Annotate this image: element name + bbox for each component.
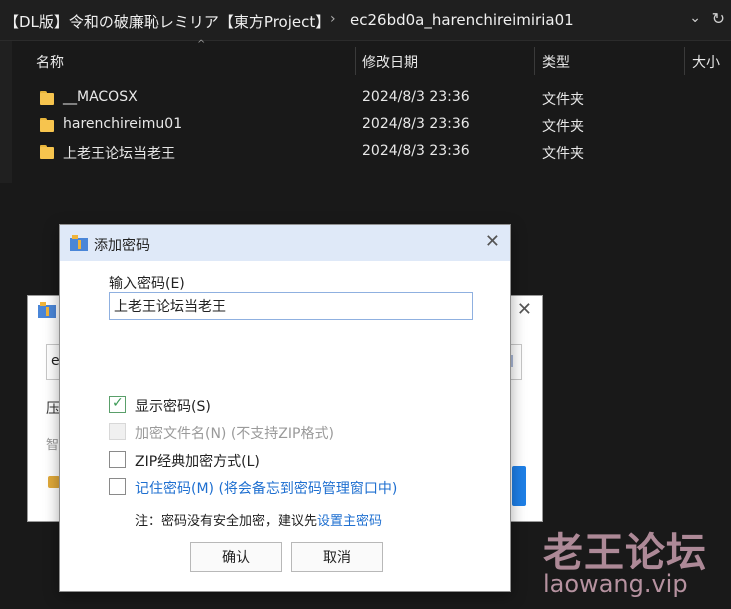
file-date: 2024/8/3 23:36 [362, 116, 470, 132]
folder-icon [40, 118, 54, 132]
add-password-dialog: 添加密码 ✕ 输入密码(E) ✓ 显示密码(S) 加密文件名(N) (不支持ZI… [59, 224, 511, 592]
refresh-icon[interactable]: ↻ [712, 9, 725, 28]
close-icon[interactable]: ✕ [485, 231, 500, 252]
compress-button[interactable] [512, 466, 526, 506]
file-name: 上老王论坛当老王 [63, 146, 175, 162]
column-size[interactable]: 大小 [692, 52, 720, 72]
set-master-password-link[interactable]: 设置主密码 [317, 514, 382, 529]
column-divider[interactable] [684, 47, 685, 75]
column-name[interactable]: 名称 [36, 52, 64, 72]
compress-label: 压 [46, 401, 60, 417]
column-divider[interactable] [534, 47, 535, 75]
file-type: 文件夹 [542, 92, 584, 108]
chevron-right-icon: › [330, 11, 336, 27]
column-header: 名称 ^ 修改日期 类型 大小 [12, 39, 731, 79]
smart-label: 智 [46, 438, 60, 453]
password-label: 输入密码(E) [109, 276, 185, 292]
file-date: 2024/8/3 23:36 [362, 89, 470, 105]
check-icon: ✓ [112, 395, 124, 411]
zip-classic-checkbox[interactable] [109, 451, 126, 468]
dialog-title: 添加密码 [94, 238, 150, 254]
file-row[interactable]: __MACOSX 2024/8/3 23:36 文件夹 [30, 85, 710, 111]
encrypt-filenames-label: 加密文件名(N) (不支持ZIP格式) [135, 426, 334, 442]
security-note: 注：密码没有安全加密，建议先设置主密码 [135, 510, 382, 529]
file-name: __MACOSX [63, 89, 138, 105]
archive-app-icon [70, 235, 88, 251]
remember-password-label[interactable]: 记住密码(M) (将会备忘到密码管理窗口中) [135, 478, 397, 498]
show-password-checkbox[interactable]: ✓ [109, 395, 126, 413]
file-row[interactable]: harenchireimu01 2024/8/3 23:36 文件夹 [30, 112, 710, 138]
archive-app-icon [38, 302, 56, 318]
show-password-label[interactable]: 显示密码(S) [135, 396, 211, 416]
password-input[interactable] [109, 292, 473, 320]
column-divider[interactable] [355, 47, 356, 75]
file-date: 2024/8/3 23:36 [362, 143, 470, 159]
chevron-down-icon[interactable]: ⌄ [689, 10, 701, 26]
file-row[interactable]: 上老王论坛当老王 2024/8/3 23:36 文件夹 [30, 139, 710, 165]
file-type: 文件夹 [542, 146, 584, 162]
address-bar[interactable]: 【DL版】令和の破廉恥レミリア【東方Project】 › ec26bd0a_ha… [0, 0, 731, 41]
file-type: 文件夹 [542, 119, 584, 135]
remember-password-checkbox[interactable] [109, 478, 126, 495]
folder-icon [40, 91, 54, 105]
navigation-pane [0, 41, 12, 183]
column-type[interactable]: 类型 [542, 52, 570, 72]
close-icon[interactable]: ✕ [517, 299, 532, 320]
breadcrumb-parent[interactable]: 【DL版】令和の破廉恥レミリア【東方Project】 [4, 11, 330, 32]
column-date[interactable]: 修改日期 [362, 52, 418, 72]
note-text: 注：密码没有安全加密，建议先 [135, 514, 318, 529]
cancel-button[interactable]: 取消 [291, 542, 383, 572]
file-name: harenchireimu01 [63, 116, 183, 132]
dialog-titlebar[interactable]: 添加密码 ✕ [60, 225, 510, 261]
breadcrumb-current[interactable]: ec26bd0a_harenchireimiria01 [350, 11, 574, 29]
folder-icon [40, 145, 54, 159]
encrypt-filenames-checkbox [109, 423, 126, 440]
confirm-button[interactable]: 确认 [190, 542, 282, 572]
sort-ascending-icon: ^ [197, 39, 206, 50]
zip-classic-label[interactable]: ZIP经典加密方式(L) [135, 451, 260, 471]
watermark-url: laowang.vip [543, 570, 688, 598]
